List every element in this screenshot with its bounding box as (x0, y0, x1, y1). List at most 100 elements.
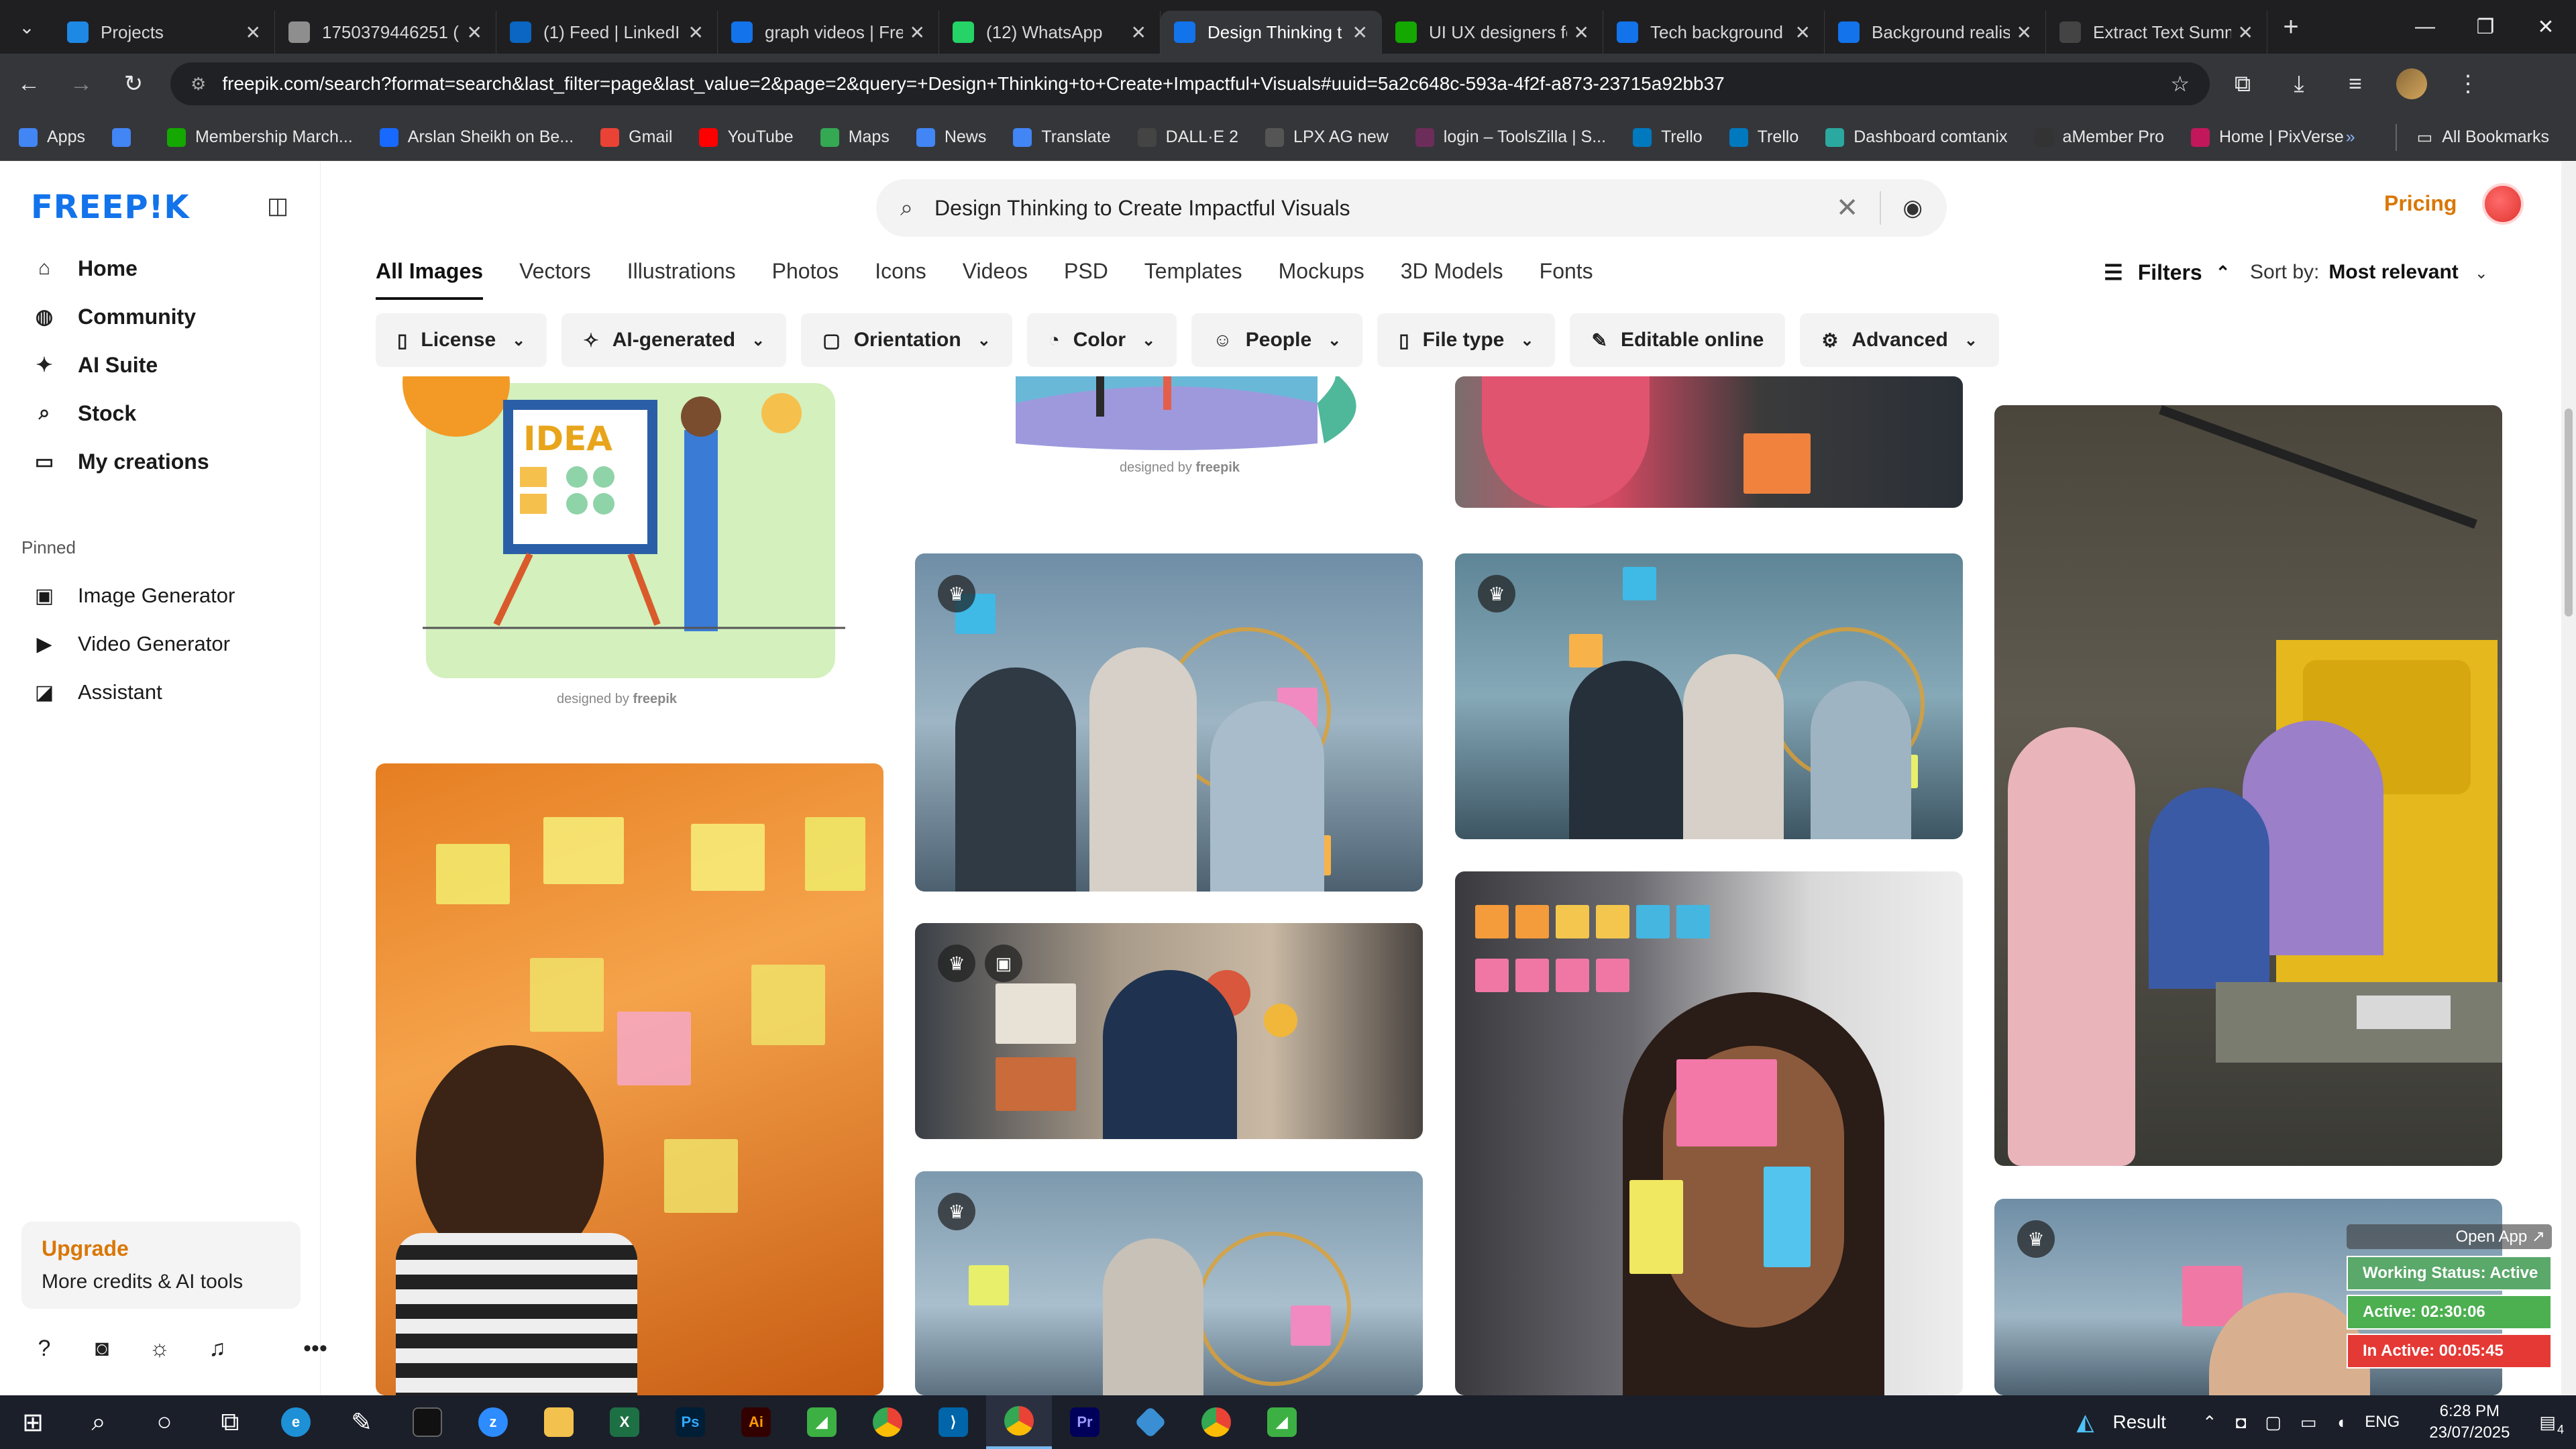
image-card-woman-sticky-note-face[interactable] (1455, 871, 1963, 1395)
sidebar-item-my-creations[interactable]: ▭ My creations (31, 443, 209, 480)
filter-ai-generated[interactable]: ✧ AI-generated ⌄ (561, 313, 787, 367)
tab-search-icon[interactable]: ⌄ (0, 0, 54, 54)
restore-icon[interactable]: ❐ (2455, 0, 2516, 54)
camera-icon[interactable]: ◉ (1902, 195, 1923, 221)
bell-icon[interactable]: ♫ (204, 1336, 231, 1362)
tab-illustrations[interactable]: Illustrations (627, 259, 736, 300)
scrollbar-thumb[interactable] (2565, 409, 2573, 616)
image-card-team-glass-board-2[interactable]: ♛ (915, 1171, 1423, 1395)
search-icon[interactable]: ⌕ (66, 1395, 131, 1449)
page-scrollbar[interactable] (2561, 162, 2576, 1395)
bookmark-star-icon[interactable]: ☆ (2170, 71, 2190, 97)
browser-tab[interactable]: Tech background ✕ (1603, 11, 1825, 54)
browser-tab[interactable]: (12) WhatsApp ✕ (939, 11, 1161, 54)
tab-3d-models[interactable]: 3D Models (1401, 259, 1503, 300)
cortana-icon[interactable]: ○ (131, 1395, 197, 1449)
bookmark-item[interactable]: Arslan Sheikh on Be... (379, 127, 574, 147)
extensions-icon[interactable]: ⧉ (2219, 60, 2266, 107)
tab-videos[interactable]: Videos (963, 259, 1028, 300)
tab-fonts[interactable]: Fonts (1540, 259, 1593, 300)
bookmark-item[interactable]: YouTube (699, 127, 794, 147)
clock[interactable]: 6:28 PM 23/07/2025 (2429, 1401, 2510, 1444)
image-card-woman-moodboard[interactable]: ♛ ▣ (915, 923, 1423, 1139)
tab-close-icon[interactable]: ✕ (910, 21, 925, 44)
sidebar-item-image-generator[interactable]: ▣ Image Generator (31, 578, 235, 614)
illustrator-icon[interactable]: Ai (723, 1395, 789, 1449)
excel-icon[interactable]: X (592, 1395, 657, 1449)
vscode-icon[interactable]: ⟩ (920, 1395, 986, 1449)
tab-close-icon[interactable]: ✕ (1574, 21, 1589, 44)
reload-icon[interactable]: ↻ (110, 60, 157, 107)
task-view-icon[interactable]: ⧉ (197, 1395, 263, 1449)
back-icon[interactable]: ← (5, 60, 52, 107)
pen-icon[interactable]: ✎ (329, 1395, 394, 1449)
more-icon[interactable]: ••• (302, 1336, 329, 1362)
tab-psd[interactable]: PSD (1064, 259, 1108, 300)
theme-icon[interactable]: ☼ (146, 1336, 173, 1362)
chrome-active-icon[interactable] (986, 1395, 1052, 1449)
bookmark-item[interactable]: LPX AG new (1265, 127, 1389, 147)
browser-tab[interactable]: Projects ✕ (54, 11, 275, 54)
sidebar-item-video-generator[interactable]: ▶ Video Generator (31, 626, 229, 662)
chevron-up-icon[interactable]: ⌃ (2202, 1412, 2217, 1433)
image-card-team-closeup[interactable] (1455, 376, 1963, 508)
green-app-icon[interactable]: ◢ (789, 1395, 855, 1449)
search-bar[interactable]: ⌕ Design Thinking to Create Impactful Vi… (876, 179, 1947, 237)
minimize-icon[interactable]: — (2395, 0, 2455, 54)
image-card-team-glass-board-3[interactable]: ♛ (1455, 553, 1963, 839)
tab-vectors[interactable]: Vectors (519, 259, 591, 300)
tab-close-icon[interactable]: ✕ (1131, 21, 1146, 44)
tab-all-images[interactable]: All Images (376, 259, 484, 300)
sidebar-item-community[interactable]: ◍ Community (31, 299, 196, 335)
bookmark-item[interactable]: Gmail (600, 127, 672, 147)
bookmark-item[interactable]: Apps (19, 127, 85, 147)
bookmark-item[interactable]: News (916, 127, 986, 147)
tab-icons[interactable]: Icons (875, 259, 926, 300)
bookmark-item[interactable]: Home | PixVerse (2191, 127, 2344, 147)
bookmark-item[interactable]: Trello (1729, 127, 1799, 147)
screen-tray-icon[interactable]: ▢ (2265, 1412, 2282, 1433)
filter-editable-online[interactable]: ✎ Editable online (1570, 313, 1786, 367)
image-card-office-yellow-wall[interactable] (1994, 405, 2502, 1166)
filter-color[interactable]: ◔ Color ⌄ (1026, 313, 1177, 367)
browser-tab[interactable]: Extract Text Summ ✕ (2046, 11, 2267, 54)
bookmark-item[interactable]: Maps (820, 127, 890, 147)
site-info-icon[interactable]: ⚙ (191, 74, 206, 95)
search-input[interactable]: Design Thinking to Create Impactful Visu… (934, 196, 1836, 221)
browser-tab[interactable]: Design Thinking t ✕ (1161, 11, 1382, 54)
bookmarks-overflow-icon[interactable]: » (2346, 127, 2355, 147)
browser-tab[interactable]: UI UX designers fo ✕ (1382, 11, 1603, 54)
bookmark-item[interactable]: login – ToolsZilla | S... (1415, 127, 1606, 147)
all-bookmarks[interactable]: All Bookmarks (2442, 127, 2549, 147)
image-card-team-glass-board-1[interactable]: ♛ (915, 553, 1423, 892)
clear-search-icon[interactable]: ✕ (1836, 193, 1859, 223)
filter-people[interactable]: ☺ People ⌄ (1191, 313, 1363, 367)
windows-start-icon[interactable]: ⊞ (0, 1395, 66, 1449)
notifications-icon[interactable]: ▤ 4 (2539, 1412, 2564, 1436)
filter-advanced[interactable]: ⚙ Advanced ⌄ (1800, 313, 1999, 367)
sidebar-item-home[interactable]: ⌂ Home (31, 250, 138, 286)
bookmark-item[interactable]: Dashboard comtanix (1825, 127, 2008, 147)
image-card-woman-sticky-notes[interactable] (376, 763, 883, 1395)
tab-close-icon[interactable]: ✕ (246, 21, 261, 44)
menu-icon[interactable]: ⋮ (2445, 60, 2491, 107)
language-label[interactable]: ENG (2365, 1413, 2400, 1432)
media-icon[interactable]: ≡ (2332, 60, 2379, 107)
help-icon[interactable]: ? (31, 1336, 58, 1362)
tab-mockups[interactable]: Mockups (1279, 259, 1364, 300)
tab-close-icon[interactable]: ✕ (2017, 21, 2032, 44)
image-card-illustration-plants[interactable]: designed by freepik (915, 376, 1423, 484)
freepik-logo[interactable]: FREEP!K (31, 189, 190, 226)
user-avatar[interactable] (2482, 183, 2524, 225)
address-bar[interactable]: ⚙ freepik.com/search?format=search&last_… (170, 62, 2210, 105)
profile-avatar[interactable] (2388, 60, 2435, 107)
terminal-icon[interactable] (394, 1395, 460, 1449)
filter-file-type[interactable]: ▯ File type ⌄ (1377, 313, 1556, 367)
volume-icon[interactable]: ◖ (2336, 1412, 2347, 1433)
bookmark-item[interactable]: DALL·E 2 (1137, 127, 1238, 147)
browser-tab[interactable]: Background realis ✕ (1825, 11, 2046, 54)
browser-tab[interactable]: 1750379446251 (✕ (275, 11, 496, 54)
tab-photos[interactable]: Photos (772, 259, 839, 300)
tab-close-icon[interactable]: ✕ (1352, 21, 1368, 44)
chrome-icon[interactable] (855, 1395, 920, 1449)
